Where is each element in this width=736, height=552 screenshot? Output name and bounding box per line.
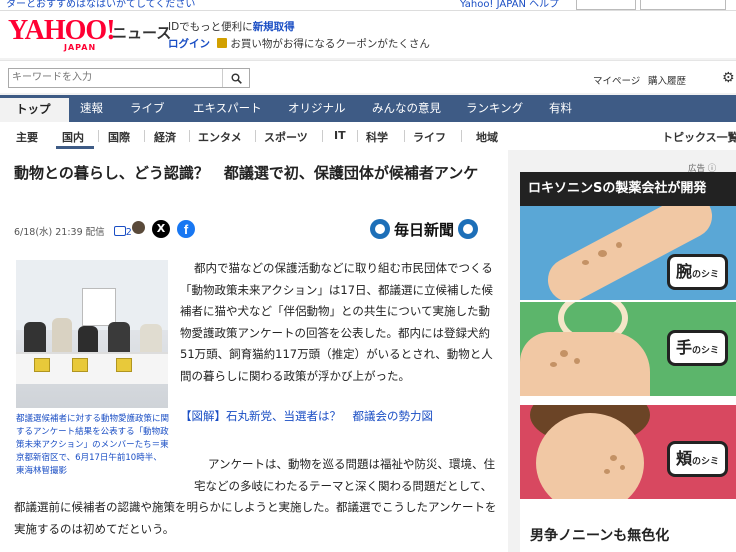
ad-panel-arm: 腕のシミ — [520, 206, 736, 300]
login-link[interactable]: ログイン — [168, 38, 210, 50]
top-strip-help[interactable]: Yahoo! JAPAN ヘルプ — [460, 0, 559, 10]
top-strip-text[interactable]: ターとおすすめはなはいかてしてください — [6, 0, 195, 10]
search-icon — [231, 73, 242, 84]
divider — [98, 130, 99, 142]
web-search-box[interactable] — [576, 0, 636, 10]
comment-icon[interactable] — [113, 226, 126, 236]
ad-panel-cheek: 頬のシミ — [520, 405, 736, 499]
commenter-avatar — [132, 221, 145, 234]
mainichi-mark-icon — [370, 219, 390, 239]
article: 動物との暮らし、どう認識？ 都議選で初、保護団体が候補者アンケ 6/18(水) … — [0, 150, 508, 552]
coupon-link[interactable]: お買い物がお得になるクーポンがたくさん — [230, 38, 430, 50]
category-local[interactable]: 地域 — [476, 129, 498, 145]
category-science[interactable]: 科学 — [366, 129, 388, 145]
ad-panel-hand: 手のシミ — [520, 302, 736, 396]
paragraph-part: アンケートは、動物を巡る問題は福祉や防災、環境、住宅などの多岐にわたるテーマと深… — [194, 457, 496, 493]
article-paragraph: アンケートは、動物を巡る問題は福祉や防災、環境、住宅などの多岐にわたるテーマと深… — [14, 454, 498, 540]
keyword-search — [8, 68, 250, 88]
settings-gear-icon[interactable]: ⚙ — [722, 70, 735, 86]
divider — [189, 130, 190, 142]
category-domestic[interactable]: 国内 — [62, 129, 84, 145]
sidebar-ad[interactable]: ロキソニンSの製薬会社が開発 腕のシミ 手のシミ 頬のシミ 男争ノニーンも無色化 — [520, 172, 736, 552]
divider — [461, 130, 462, 142]
divider — [144, 130, 145, 142]
category-entertainment[interactable]: エンタメ — [198, 129, 242, 145]
nav-top-tab[interactable]: トップ — [0, 98, 69, 122]
notice-board — [82, 288, 116, 326]
nav-opinion-tab[interactable]: みんなの意見 — [372, 95, 441, 122]
comment-count[interactable]: 2 — [126, 227, 132, 238]
login-row: ログイン お買い物がお得になるクーポンがたくさん — [168, 36, 430, 51]
search-input[interactable] — [12, 70, 222, 84]
category-international[interactable]: 国際 — [108, 129, 130, 145]
article-photo[interactable] — [16, 260, 168, 408]
article-paragraph: 都内で猫などの保護活動などに取り組む市民団体でつくる「動物政策未来アクション」は… — [180, 261, 494, 383]
nav-original-tab[interactable]: オリジナル — [288, 95, 346, 122]
article-headline: 動物との暮らし、どう認識？ 都議選で初、保護団体が候補者アンケ — [14, 164, 479, 182]
nav-ranking-tab[interactable]: ランキング — [466, 95, 523, 122]
yahoo-top-strip: ターとおすすめはなはいかてしてください Yahoo! JAPAN ヘルプ — [0, 0, 736, 11]
topics-list-link[interactable]: トピックス一覧 — [662, 129, 736, 145]
ad-headline: ロキソニンSの製薬会社が開発 — [520, 172, 736, 206]
article-meta: 6/18(水) 21:39 配信 2 — [14, 224, 132, 238]
ad-bubble-hand: 手のシミ — [666, 330, 728, 366]
private-search-button[interactable] — [640, 0, 726, 10]
category-sports[interactable]: スポーツ — [264, 129, 308, 145]
x-share-icon[interactable]: X — [152, 220, 170, 238]
divider — [322, 130, 323, 142]
masthead: YAHOO! JAPAN ニュース IDでもっと便利に新規取得 ログイン お買い… — [0, 11, 736, 58]
related-link[interactable]: 【図解】石丸新党、当選者は？ 都議会の勢力図 — [180, 408, 433, 424]
nav-paid-tab[interactable]: 有料 — [549, 95, 572, 122]
category-main[interactable]: 主要 — [16, 129, 38, 145]
mypage-link[interactable]: マイページ — [593, 73, 640, 87]
search-button[interactable] — [222, 69, 249, 87]
logo-text: YAHOO! — [8, 15, 116, 46]
category-nav: 主要 国内 国際 経済 エンタメ スポーツ IT 科学 ライフ 地域 トピックス… — [0, 122, 736, 151]
ad-footer-text: 男争ノニーンも無色化 — [520, 508, 736, 552]
id-promo: IDでもっと便利に新規取得 — [168, 19, 295, 34]
publish-date: 6/18(水) 21:39 配信 — [14, 227, 105, 238]
nav-live-tab[interactable]: ライブ — [130, 95, 165, 122]
section-title[interactable]: ニュース — [112, 22, 171, 43]
category-life[interactable]: ライフ — [413, 129, 446, 145]
paragraph-part: 都議選前に候補者の認識や施策を明らかにしようと実施した。都議選でこうしたアンケー… — [14, 500, 497, 536]
mainichi-mark-icon — [458, 219, 479, 239]
category-economy[interactable]: 経済 — [154, 129, 176, 145]
coupon-icon — [217, 38, 228, 48]
divider — [404, 130, 405, 142]
id-promo-text: IDでもっと便利に — [168, 21, 253, 33]
ad-bubble-arm: 腕のシミ — [666, 254, 728, 290]
yahoo-japan-logo[interactable]: YAHOO! JAPAN — [8, 15, 116, 53]
source-name: 毎日新聞 — [394, 220, 455, 239]
facebook-share-icon[interactable]: f — [177, 220, 195, 238]
ad-bubble-cheek: 頬のシミ — [666, 441, 728, 477]
nav-expert-tab[interactable]: エキスパート — [193, 95, 262, 122]
divider — [255, 130, 256, 142]
main-nav: トップ 速報 ライブ エキスパート オリジナル みんなの意見 ランキング 有料 — [0, 95, 736, 122]
search-row: マイページ 購入履歴 ⚙ — [0, 60, 736, 93]
signup-link[interactable]: 新規取得 — [253, 21, 295, 33]
divider — [357, 130, 358, 142]
nav-breaking-tab[interactable]: 速報 — [80, 95, 103, 122]
category-it[interactable]: IT — [334, 129, 346, 142]
purchase-history-link[interactable]: 購入履歴 — [648, 73, 686, 87]
logo-subtext: JAPAN — [64, 43, 97, 52]
source-logo[interactable]: 毎日新聞 — [370, 217, 479, 241]
